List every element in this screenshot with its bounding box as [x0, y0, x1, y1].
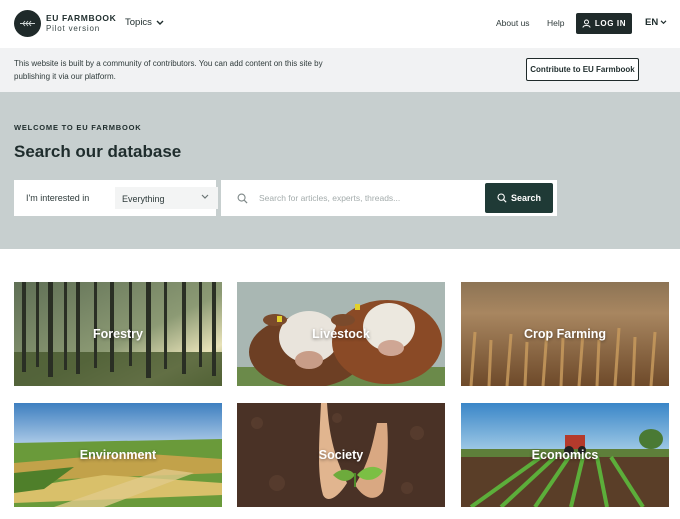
- language-selector[interactable]: EN: [645, 17, 667, 28]
- category-card-environment[interactable]: Environment: [14, 403, 222, 507]
- hero-eyebrow: WELCOME TO EU FARMBOOK: [14, 123, 142, 132]
- logo-subtitle: Pilot version: [46, 24, 100, 33]
- category-label: Crop Farming: [524, 327, 606, 341]
- login-label: LOG IN: [594, 19, 627, 28]
- chevron-down-icon: [156, 20, 164, 25]
- interest-select[interactable]: Everything: [115, 187, 218, 209]
- topics-label: Topics: [125, 17, 152, 28]
- search-icon: [497, 193, 507, 203]
- page-title: Search our database: [14, 142, 182, 161]
- category-card-crop-farming[interactable]: Crop Farming: [461, 282, 669, 386]
- about-link[interactable]: About us: [496, 18, 530, 28]
- chevron-down-icon: [660, 20, 667, 25]
- contribute-button[interactable]: Contribute to EU Farmbook: [526, 58, 639, 81]
- hero-section: WELCOME TO EU FARMBOOK Search our databa…: [0, 92, 680, 249]
- category-card-society[interactable]: Society: [237, 403, 445, 507]
- category-label: Forestry: [92, 327, 144, 341]
- search-input[interactable]: [259, 188, 479, 208]
- search-button-label: Search: [510, 193, 542, 203]
- category-label: Environment: [79, 448, 157, 462]
- site-header: EU FARMBOOK Pilot version Topics About u…: [0, 0, 680, 48]
- language-label: EN: [645, 17, 659, 28]
- login-button[interactable]: LOG IN: [576, 13, 632, 34]
- category-label: Livestock: [312, 327, 370, 341]
- interest-select-value: Everything: [122, 194, 165, 204]
- interest-filter: I'm interested in Everything: [14, 180, 218, 216]
- chevron-down-icon: [201, 194, 209, 199]
- topics-menu[interactable]: Topics: [125, 17, 164, 28]
- contributor-notice: This website is built by a community of …: [0, 48, 680, 92]
- category-card-livestock[interactable]: Livestock: [237, 282, 445, 386]
- category-card-forestry[interactable]: Forestry: [14, 282, 222, 386]
- category-label: Economics: [531, 448, 599, 462]
- search-button[interactable]: Search: [485, 183, 553, 213]
- category-label: Society: [318, 448, 364, 462]
- search-icon: [237, 193, 248, 204]
- user-icon: [582, 19, 591, 28]
- logo-name[interactable]: EU FARMBOOK: [46, 13, 116, 23]
- category-card-economics[interactable]: Economics: [461, 403, 669, 507]
- logo-icon[interactable]: [14, 10, 41, 37]
- notice-text: This website is built by a community of …: [14, 59, 323, 81]
- help-link[interactable]: Help: [547, 18, 564, 28]
- search-bar: Search: [221, 180, 557, 216]
- filter-label: I'm interested in: [26, 193, 90, 203]
